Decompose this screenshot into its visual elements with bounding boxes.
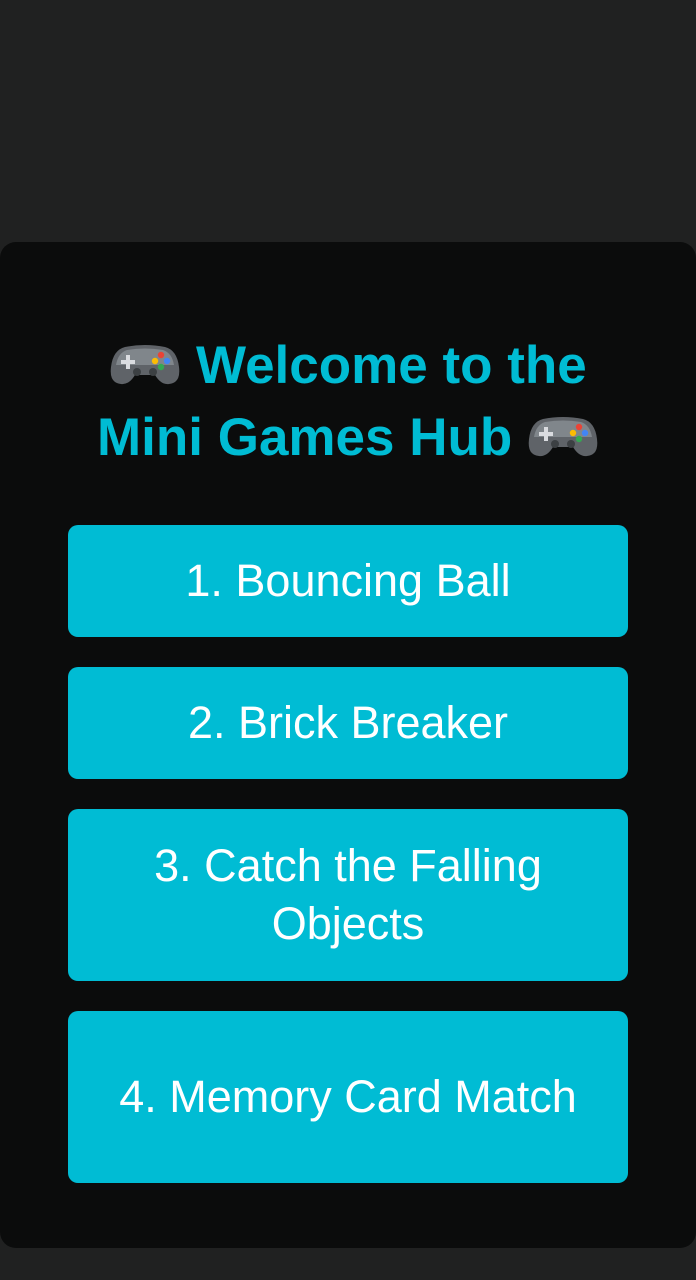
title-text-1: Welcome to the [196, 336, 587, 395]
gamepad-icon [109, 334, 181, 385]
memory-card-match-button[interactable]: 4. Memory Card Match [68, 1011, 628, 1183]
games-menu: 1. Bouncing Ball 2. Brick Breaker 3. Cat… [68, 525, 628, 1213]
page-title: Welcome to the Mini Games Hub [0, 330, 696, 474]
catch-falling-objects-button[interactable]: 3. Catch the Falling Objects [68, 809, 628, 981]
title-line-1: Welcome to the [0, 330, 696, 402]
gamepad-icon [527, 406, 599, 457]
title-line-2: Mini Games Hub [0, 402, 696, 474]
title-text-2: Mini Games Hub [97, 408, 513, 467]
brick-breaker-button[interactable]: 2. Brick Breaker [68, 667, 628, 779]
games-hub-card: Welcome to the Mini Games Hub 1. Bouncin… [0, 242, 696, 1248]
bouncing-ball-button[interactable]: 1. Bouncing Ball [68, 525, 628, 637]
